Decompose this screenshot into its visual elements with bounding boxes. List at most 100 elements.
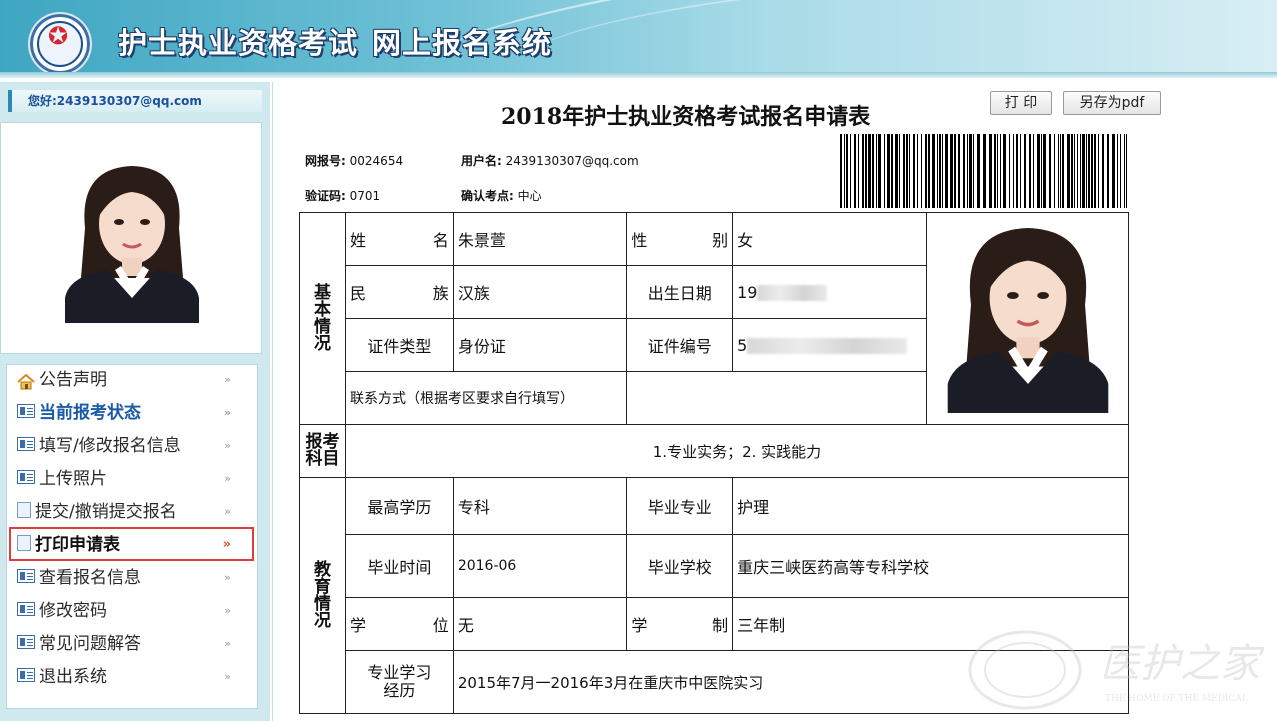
barcode-bar (1043, 134, 1046, 208)
barcode-bar (878, 134, 881, 208)
value-gender: 女 (732, 212, 927, 266)
label-degree: 学 位 (344, 597, 454, 651)
barcode-bar (1029, 134, 1031, 208)
value-ethnic: 汉族 (452, 265, 628, 319)
barcode-bar (1102, 134, 1104, 208)
chevron-right-icon: » (224, 472, 231, 485)
menu-item-current-status[interactable]: 当前报考状态 » (17, 398, 249, 428)
label-gender: 性 别 (626, 212, 734, 266)
active-item-highlight (9, 527, 254, 561)
emblem-logo: ✪ (28, 12, 92, 76)
barcode-bar (1033, 134, 1034, 208)
applicant-photo-form (940, 220, 1115, 413)
menu-item-change-password[interactable]: 修改密码 » (17, 596, 249, 626)
print-button[interactable]: 打 印 (990, 91, 1052, 115)
menu-item-edit-info[interactable]: 填写/修改报名信息 » (17, 431, 249, 461)
chevron-right-icon: » (224, 637, 231, 650)
barcode-bar (906, 134, 908, 208)
barcode-bar (1058, 134, 1059, 208)
home-icon (17, 370, 35, 390)
card-icon (17, 668, 35, 682)
barcode-bar (1003, 134, 1006, 208)
barcode-bar (913, 134, 915, 208)
barcode-bar (858, 134, 859, 208)
barcode-bar (932, 134, 935, 208)
barcode (840, 134, 1127, 208)
label-id-number: 证件编号 (626, 318, 734, 372)
barcode-bar (865, 134, 867, 208)
barcode-bar (925, 134, 927, 208)
barcode-bar (884, 134, 885, 208)
barcode-bar (1107, 134, 1109, 208)
barcode-bar (1049, 134, 1051, 208)
barcode-bar (909, 134, 910, 208)
barcode-bar (921, 134, 922, 208)
menu-item-faq[interactable]: 常见问题解答 » (17, 629, 249, 659)
barcode-bar (1088, 134, 1090, 208)
value-subjects: 1.专业实务；2. 实践能力 (344, 424, 1130, 478)
barcode-bar (950, 134, 953, 208)
label-id-type: 证件类型 (344, 318, 454, 372)
watermark-text: 医护之家 (1100, 641, 1265, 687)
barcode-bar (1082, 134, 1085, 208)
barcode-bar (1112, 134, 1115, 208)
barcode-bar (1067, 134, 1070, 208)
label-birth: 出生日期 (626, 265, 734, 319)
menu-item-view-info[interactable]: 查看报名信息 » (17, 563, 249, 593)
barcode-bar (1094, 134, 1096, 208)
barcode-bar (840, 134, 842, 208)
chevron-right-icon: » (224, 604, 231, 617)
chevron-right-icon: » (224, 439, 231, 452)
value-education: 专科 (452, 477, 628, 535)
menu-item-upload-photo[interactable]: 上传照片 » (17, 464, 249, 494)
barcode-bar (977, 134, 980, 208)
barcode-bar (963, 134, 965, 208)
barcode-bar (1077, 134, 1078, 208)
value-name: 朱景萱 (452, 212, 628, 266)
barcode-bar (1117, 134, 1118, 208)
barcode-bar (868, 134, 871, 208)
applicant-photo-sidebar (57, 158, 207, 323)
watermark-subtext: THE HOME OF THE MEDICAL (1105, 694, 1248, 704)
value-degree: 无 (452, 597, 628, 651)
value-contact (626, 371, 927, 425)
barcode-bar (1020, 134, 1021, 208)
barcode-bar (973, 134, 974, 208)
barcode-bar (1041, 134, 1042, 208)
menu-item-announcement[interactable]: 公告声明 » (17, 365, 249, 395)
barcode-bar (903, 134, 905, 208)
chevron-right-icon: » (224, 373, 231, 386)
header-banner: ✪ 护士执业资格考试 网上报名系统 (0, 0, 1277, 78)
barcode-bar (928, 134, 930, 208)
barcode-bar (1080, 134, 1081, 208)
label-name: 姓 名 (344, 212, 454, 266)
barcode-bar (1071, 134, 1073, 208)
card-icon (17, 404, 35, 418)
barcode-bar (989, 134, 992, 208)
barcode-bar (1024, 134, 1026, 208)
barcode-bar (899, 134, 900, 208)
card-icon (17, 569, 35, 583)
form-photo-cell (926, 212, 1129, 425)
username: 用户名: 2439130307@qq.com (461, 154, 639, 168)
system-title: 护士执业资格考试 网上报名系统 (118, 26, 553, 60)
card-icon (17, 470, 35, 484)
menu-item-submit-cancel[interactable]: 提交/撤销提交报名 » (17, 497, 249, 527)
barcode-bar (850, 134, 851, 208)
value-grad-time: 2016-06 (452, 534, 628, 598)
section-basic: 基本情况 (299, 212, 346, 425)
save-pdf-button[interactable]: 另存为pdf (1063, 91, 1161, 115)
label-school: 毕业学校 (626, 534, 734, 598)
card-icon (17, 602, 35, 616)
menu-item-logout[interactable]: 退出系统 » (17, 662, 249, 692)
verify-code: 验证码: 0701 (305, 189, 381, 203)
label-system: 学 制 (626, 597, 734, 651)
barcode-bar (854, 134, 856, 208)
value-id-type: 身份证 (452, 318, 628, 372)
watermark-logo: 医护之家 THE HOME OF THE MEDICAL (968, 630, 1265, 710)
net-number: 网报号: 0024654 (305, 154, 404, 168)
barcode-bar (887, 134, 890, 208)
chevron-right-icon: » (224, 505, 231, 518)
chevron-right-icon: » (223, 406, 231, 419)
card-icon (17, 437, 35, 451)
